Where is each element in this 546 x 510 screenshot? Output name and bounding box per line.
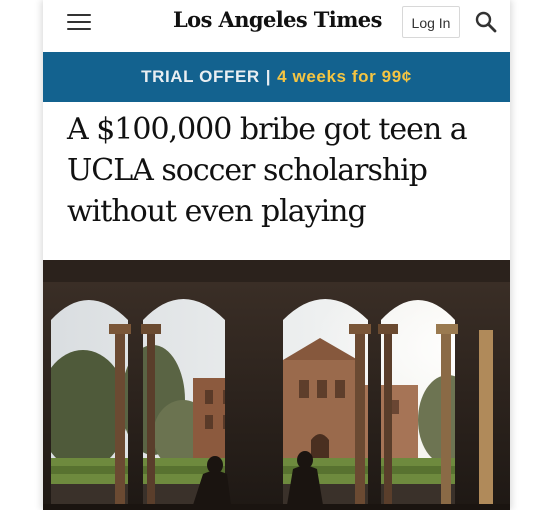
trial-offer-banner[interactable]: TRIAL OFFER | 4 weeks for 99¢ [43,52,510,102]
hero-image[interactable] [43,260,510,510]
search-icon[interactable] [474,10,498,34]
hamburger-menu-icon[interactable] [65,11,93,33]
site-logo[interactable]: Los Angeles Times [173,7,382,32]
site-header: Los Angeles Times Log In [43,0,510,52]
mobile-viewport: Los Angeles Times Log In TRIAL OFFER | 4 w… [43,0,510,510]
trial-offer-separator: | [265,67,272,86]
trial-offer-price: 4 weeks for 99¢ [277,67,412,86]
page: Los Angeles Times Log In TRIAL OFFER | 4 w… [0,0,546,510]
trial-offer-label: TRIAL OFFER [141,67,260,86]
article-headline[interactable]: A $100,000 bribe got teen a UCLA soccer … [67,109,487,232]
campus-arches-photo [43,260,510,510]
login-button[interactable]: Log In [402,6,460,38]
